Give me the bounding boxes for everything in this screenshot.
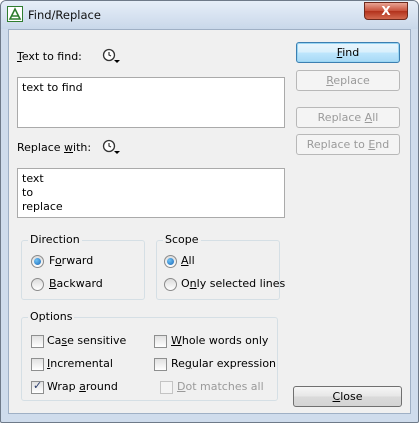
window-title: Find/Replace: [28, 8, 101, 22]
wrap-around-checkbox[interactable]: [31, 379, 44, 394]
dot-matches-all-label[interactable]: Dot matches all: [177, 380, 264, 393]
options-group: Options Case sensitive Whole words only …: [21, 310, 278, 401]
find-button[interactable]: Find: [296, 42, 400, 63]
find-replace-window: Find/Replace X Text to find: text to fin…: [0, 0, 419, 423]
forward-label[interactable]: Forward: [49, 254, 93, 267]
forward-radio[interactable]: [31, 255, 44, 268]
replace-all-button[interactable]: Replace All: [296, 107, 400, 128]
find-history-dropdown-icon[interactable]: [101, 47, 121, 65]
case-sensitive-checkbox[interactable]: [31, 335, 44, 348]
replace-history-dropdown-icon[interactable]: [101, 138, 121, 156]
title-bar[interactable]: Find/Replace X: [1, 1, 418, 29]
scope-selected-lines-label[interactable]: Only selected lines: [181, 277, 285, 290]
scope-title: Scope: [163, 233, 201, 246]
incremental-label[interactable]: Incremental: [47, 357, 113, 370]
dot-matches-all-checkbox[interactable]: [160, 381, 173, 394]
whole-words-label[interactable]: Whole words only: [171, 334, 268, 347]
backward-label[interactable]: Backward: [49, 277, 103, 290]
replace-to-end-button[interactable]: Replace to End: [296, 134, 400, 155]
options-title: Options: [28, 310, 75, 323]
direction-title: Direction: [28, 233, 82, 246]
replace-input[interactable]: text to replace: [17, 168, 285, 218]
incremental-checkbox[interactable]: [31, 358, 44, 371]
scope-all-label[interactable]: All: [181, 254, 195, 267]
whole-words-checkbox[interactable]: [154, 335, 167, 348]
scope-all-radio[interactable]: [164, 255, 177, 268]
scope-selected-lines-radio[interactable]: [164, 278, 177, 291]
window-close-button[interactable]: X: [364, 2, 408, 20]
find-replace-app-icon: [7, 6, 23, 22]
regular-expression-checkbox[interactable]: [154, 358, 167, 371]
replace-button[interactable]: Replace: [296, 70, 400, 91]
find-label: Text to find:: [17, 50, 82, 63]
dialog-body: Text to find: text to find Replace with:…: [8, 29, 411, 414]
replace-label: Replace with:: [17, 141, 92, 154]
close-button[interactable]: Close: [293, 386, 402, 407]
direction-group: Direction Forward Backward: [21, 233, 145, 300]
regular-expression-label[interactable]: Regular expression: [171, 357, 276, 370]
scope-group: Scope All Only selected lines: [156, 233, 285, 300]
backward-radio[interactable]: [31, 278, 44, 291]
case-sensitive-label[interactable]: Case sensitive: [47, 334, 126, 347]
wrap-around-label[interactable]: Wrap around: [47, 380, 118, 393]
find-input[interactable]: text to find: [17, 77, 285, 128]
